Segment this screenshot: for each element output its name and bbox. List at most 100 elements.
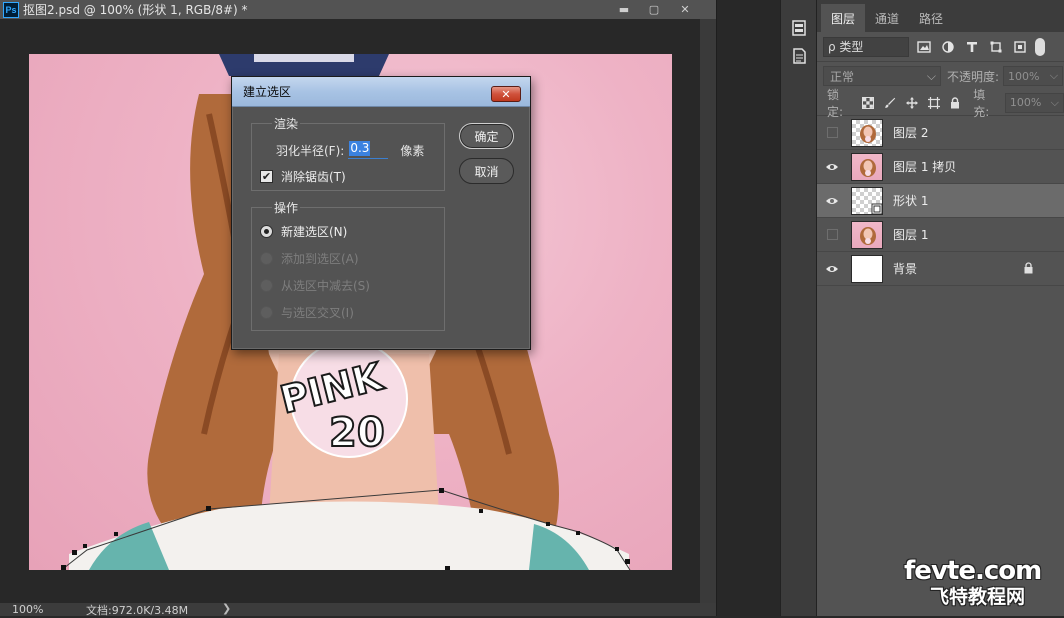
filter-shape-icon[interactable]: [987, 38, 1005, 56]
antialias-checkbox[interactable]: ✔: [260, 170, 273, 183]
chevron-down-icon: ⌵: [926, 68, 936, 83]
feather-radius-value: 0.3: [349, 141, 371, 156]
antialias-row[interactable]: ✔ 消除锯齿(T): [260, 168, 346, 185]
make-selection-dialog: 建立选区 ✕ 渲染 羽化半径(F): 0.3 像素 ✔ 消除锯齿(T) 操作 新…: [231, 76, 531, 350]
cancel-button[interactable]: 取消: [459, 158, 514, 184]
feather-unit-label: 像素: [400, 143, 425, 158]
layer-thumbnail: [851, 118, 883, 147]
layer-row-background[interactable]: 背景: [817, 252, 1064, 286]
visibility-toggle[interactable]: [817, 150, 847, 184]
properties-panel-icon[interactable]: [789, 46, 809, 66]
status-menu-arrow-icon[interactable]: ❯: [222, 602, 231, 615]
history-panel-icon[interactable]: [789, 18, 809, 38]
fill-label: 填充:: [973, 87, 990, 119]
layer-thumbnail: [851, 220, 883, 249]
antialias-label[interactable]: 消除锯齿(T): [281, 168, 346, 185]
layer-name: 图层 2: [893, 126, 929, 140]
layer-row[interactable]: 图层 1: [817, 218, 1064, 252]
filter-smart-object-icon[interactable]: [1011, 38, 1029, 56]
lock-row: 锁定: 填充: 100% ⌵: [817, 88, 1064, 119]
collapsed-panel-dock: [780, 0, 816, 616]
lock-label: 锁定:: [827, 87, 844, 119]
intersect-selection-option[interactable]: 与选区交叉(I): [260, 304, 354, 321]
filter-type-icon[interactable]: [963, 38, 981, 56]
add-to-selection-option[interactable]: 添加到选区(A): [260, 250, 359, 267]
subtract-from-selection-option[interactable]: 从选区中减去(S): [260, 277, 370, 294]
operation-group: 操作 新建选区(N) 添加到选区(A) 从选区中减去(S) 与选区交叉(I): [251, 199, 445, 331]
ok-button[interactable]: 确定: [459, 123, 514, 149]
visibility-toggle[interactable]: [817, 184, 847, 218]
feather-row: 羽化半径(F): 0.3 像素: [276, 141, 424, 159]
layer-name: 形状 1: [893, 194, 929, 208]
filter-adjustment-icon[interactable]: [939, 38, 957, 56]
render-group: 渲染 羽化半径(F): 0.3 像素 ✔ 消除锯齿(T): [251, 115, 445, 191]
lock-icon[interactable]: [1023, 262, 1034, 277]
watermark-site-name: 飞特教程网: [930, 586, 1026, 608]
opacity-value: 100%: [1008, 69, 1040, 83]
opacity-input[interactable]: 100% ⌵: [1003, 66, 1064, 86]
close-document-button[interactable]: ✕: [670, 0, 700, 18]
radio-selected[interactable]: [260, 225, 273, 238]
lock-artboard-icon[interactable]: [926, 95, 942, 111]
eye-icon: [826, 163, 838, 170]
option-label: 从选区中减去(S): [281, 279, 370, 293]
lock-brush-icon[interactable]: [882, 95, 898, 111]
visibility-toggle[interactable]: [817, 252, 847, 286]
layer-filter-kind-select[interactable]: ρ 类型: [823, 36, 909, 57]
fill-input[interactable]: 100% ⌵: [1004, 92, 1064, 113]
layer-list: 图层 2 图层 1 拷贝 形状 1 图层 1 背景: [817, 116, 1064, 606]
chevron-down-icon: ⌵: [1050, 95, 1059, 109]
status-bar: 100% 文档:972.0K/3.48M ❯: [0, 602, 716, 617]
workspace-gap: [716, 0, 780, 616]
lock-transparent-icon[interactable]: [861, 95, 877, 111]
option-label[interactable]: 新建选区(N): [281, 223, 347, 240]
lock-all-icon[interactable]: [948, 95, 964, 111]
radio-disabled[interactable]: [260, 279, 273, 292]
radio-disabled[interactable]: [260, 306, 273, 319]
minimize-button[interactable]: ▬: [609, 0, 639, 18]
feather-radius-label: 羽化半径(F):: [276, 143, 345, 158]
layer-name: 图层 1 拷贝: [893, 160, 957, 174]
layer-row-selected[interactable]: 形状 1: [817, 184, 1064, 218]
filter-pixel-icon[interactable]: [915, 38, 933, 56]
visibility-toggle[interactable]: [817, 218, 847, 252]
photoshop-logo-icon: Ps: [3, 1, 19, 18]
chevron-down-icon: ⌵: [1049, 69, 1059, 82]
site-watermark-logo: fevte.com 飞特教程网: [896, 556, 1056, 612]
layer-filter-row: ρ 类型: [817, 32, 1064, 62]
layers-panel: 图层 通道 路径 ρ 类型 正常 ⌵ 不透明度: 100% ⌵ 锁定: 填充: 10…: [816, 0, 1064, 616]
option-label: 与选区交叉(I): [281, 306, 354, 320]
document-titlebar[interactable]: Ps 抠图2.psd @ 100% (形状 1, RGB/8#) * ▬ ▢ ✕: [0, 0, 716, 19]
vertical-scrollbar[interactable]: [700, 19, 716, 603]
dialog-title: 建立选区: [243, 85, 292, 99]
fill-value: 100%: [1009, 96, 1042, 109]
eye-icon: [826, 197, 838, 204]
option-label: 添加到选区(A): [281, 252, 359, 266]
radio-disabled[interactable]: [260, 252, 273, 265]
visibility-toggle[interactable]: [817, 116, 847, 150]
render-group-label: 渲染: [272, 115, 301, 132]
bubble-text-20: 20: [329, 410, 385, 456]
dialog-titlebar[interactable]: 建立选区 ✕: [232, 77, 530, 107]
lock-move-icon[interactable]: [904, 95, 920, 111]
blend-mode-select[interactable]: 正常 ⌵: [823, 66, 941, 86]
layer-row[interactable]: 图层 2: [817, 116, 1064, 150]
maximize-button[interactable]: ▢: [639, 0, 669, 18]
layer-name: 图层 1: [893, 228, 929, 242]
operation-group-label: 操作: [272, 199, 301, 216]
shape-layer-thumbnail: [851, 186, 883, 215]
opacity-label: 不透明度:: [947, 69, 1000, 84]
layer-name: 背景: [893, 262, 918, 276]
feather-radius-input[interactable]: 0.3: [348, 141, 389, 159]
tab-channels[interactable]: 通道: [865, 4, 909, 32]
document-info: 文档:972.0K/3.48M: [86, 603, 189, 617]
zoom-level[interactable]: 100%: [0, 603, 60, 616]
layer-row[interactable]: 图层 1 拷贝: [817, 150, 1064, 184]
tab-paths[interactable]: 路径: [909, 4, 953, 32]
dialog-close-button[interactable]: ✕: [491, 86, 521, 102]
new-selection-option[interactable]: 新建选区(N): [260, 223, 347, 240]
document-title: 抠图2.psd @ 100% (形状 1, RGB/8#) *: [23, 3, 248, 17]
tab-layers[interactable]: 图层: [821, 4, 866, 32]
dialog-body: 渲染 羽化半径(F): 0.3 像素 ✔ 消除锯齿(T) 操作 新建选区(N) …: [238, 113, 524, 345]
filter-toggle-switch[interactable]: [1035, 37, 1045, 56]
